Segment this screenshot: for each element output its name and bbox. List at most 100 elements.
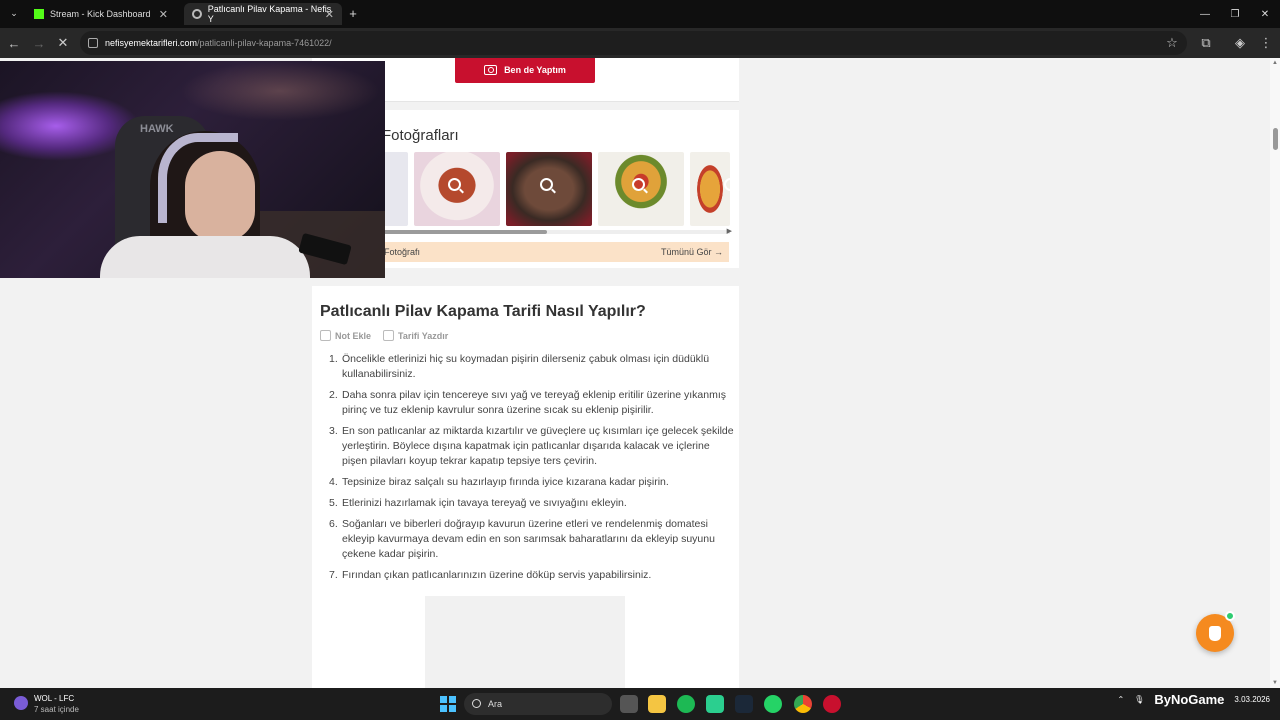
- step-item: 1. Öncelikle etlerinizi hiç su koymadan p…: [329, 352, 734, 382]
- microphone-icon[interactable]: 🎙: [1134, 695, 1144, 704]
- forward-arrow-icon[interactable]: →: [31, 35, 47, 51]
- menu-kebab-icon[interactable]: ⋮: [1258, 35, 1274, 51]
- widgets-button[interactable]: WOL - LFC 7 saat içinde: [14, 693, 79, 715]
- step-text: Tepsinize biraz salçalı su hazırlayıp fı…: [342, 476, 669, 488]
- see-all-link[interactable]: Tümünü Gör →: [661, 247, 723, 257]
- step-number: 3.: [329, 425, 338, 437]
- step-number: 7.: [329, 569, 338, 581]
- file-explorer-icon[interactable]: [648, 695, 666, 713]
- add-note-label: Not Ekle: [335, 331, 372, 341]
- photos-footer: Fotoğrafı Tümünü Gör →: [382, 242, 729, 262]
- widget-subtitle: 7 saat içinde: [34, 705, 79, 714]
- zoom-icon: [540, 178, 553, 191]
- chef-hat-icon: [1209, 625, 1221, 641]
- made-it-button[interactable]: Ben de Yaptım: [455, 58, 595, 83]
- zoom-icon: [448, 178, 461, 191]
- chrome-icon[interactable]: [794, 695, 812, 713]
- ambient-light: [180, 61, 380, 121]
- step-item: 7. Fırından çıkan patlıcanlarınızın üzeri…: [329, 568, 734, 583]
- stop-loading-icon[interactable]: ✕: [55, 35, 71, 51]
- windows-taskbar: WOL - LFC 7 saat içinde Ara ⌃ 🎙 ByNoGame…: [0, 688, 1280, 720]
- chef-assistant-button[interactable]: [1196, 611, 1235, 652]
- step-text: Daha sonra pilav için tencereye sıvı yağ…: [342, 389, 727, 416]
- scroll-right-icon[interactable]: ▶: [727, 227, 732, 235]
- close-tab-icon[interactable]: ✕: [159, 8, 168, 21]
- photos-title: Fotoğrafları: [382, 127, 459, 144]
- app-icon[interactable]: [706, 695, 724, 713]
- browser-toolbar: ← → ✕ nefisyemektarifleri.com/patlicanli…: [0, 28, 1280, 58]
- close-tab-icon[interactable]: ✕: [325, 8, 334, 21]
- step-item: 2. Daha sonra pilav için tencereye sıvı y…: [329, 388, 734, 418]
- search-label: Ara: [488, 699, 503, 709]
- address-bar[interactable]: nefisyemektarifleri.com/patlicanli-pilav…: [80, 31, 1187, 55]
- url-path: /patlicanli-pilav-kapama-7461022/: [197, 38, 332, 48]
- headset-icon: [158, 133, 238, 223]
- scroll-down-icon[interactable]: ▼: [1272, 680, 1278, 686]
- profile-icon[interactable]: ◈: [1232, 35, 1248, 51]
- windows-start-icon[interactable]: [440, 696, 456, 712]
- spotify-icon[interactable]: [677, 695, 695, 713]
- step-item: 3. En son patlıcanlar az miktarda kızartı…: [329, 424, 734, 469]
- minimize-icon[interactable]: —: [1190, 0, 1220, 28]
- step-text: Öncelikle etlerinizi hiç su koymadan piş…: [342, 353, 710, 380]
- page-scrollbar[interactable]: ▲ ▼: [1270, 58, 1280, 688]
- zoom-icon: [632, 178, 645, 191]
- close-window-icon[interactable]: ✕: [1250, 0, 1280, 28]
- online-indicator: [1225, 611, 1235, 621]
- system-tray: ⌃ 🎙 ByNoGame 3.03.2026: [1117, 692, 1270, 707]
- taskbar-search[interactable]: Ara: [464, 693, 612, 715]
- step-text: Etlerinizi hazırlamak için tavaya tereya…: [342, 497, 627, 509]
- new-tab-button[interactable]: +: [345, 5, 361, 21]
- tab-bar: ⌄ Stream - Kick Dashboard ✕ Patlıcanlı P…: [0, 0, 1280, 28]
- task-view-icon[interactable]: [620, 695, 638, 713]
- tab-recipe[interactable]: Patlıcanlı Pilav Kapama - Nefis Y ✕: [184, 3, 342, 25]
- tab-label: Patlıcanlı Pilav Kapama - Nefis Y: [207, 4, 332, 24]
- back-arrow-icon[interactable]: ←: [6, 35, 22, 51]
- step-number: 6.: [329, 518, 338, 530]
- tab-list-chevron-icon[interactable]: ⌄: [6, 5, 22, 21]
- scroll-up-icon[interactable]: ▲: [1272, 60, 1278, 66]
- photos-scrollbar[interactable]: ▶: [382, 227, 732, 235]
- photo-thumbnail[interactable]: [506, 152, 592, 226]
- step-number: 5.: [329, 497, 338, 509]
- photo-thumbnail[interactable]: [690, 152, 730, 226]
- step-number: 1.: [329, 353, 338, 365]
- streamer-body: [100, 236, 310, 278]
- page-scrollbar-thumb[interactable]: [1273, 128, 1278, 150]
- photo-thumbnail[interactable]: [414, 152, 500, 226]
- taskbar-clock[interactable]: 3.03.2026: [1234, 694, 1270, 705]
- zoom-icon: [724, 178, 730, 191]
- step-text: Fırından çıkan patlıcanlarınızın üzerine…: [342, 569, 652, 581]
- photo-thumbnail[interactable]: [598, 152, 684, 226]
- scrollbar-thumb[interactable]: [382, 230, 547, 234]
- photo-thumbnail[interactable]: [382, 152, 408, 226]
- step-text: En son patlıcanlar az miktarda kızartılı…: [342, 425, 734, 467]
- steam-icon[interactable]: [735, 695, 753, 713]
- watermark-label: ByNoGame: [1154, 692, 1225, 707]
- note-icon: [320, 330, 331, 341]
- extensions-icon[interactable]: ⧉: [1198, 35, 1214, 51]
- app-red-icon[interactable]: [823, 695, 841, 713]
- widget-title: WOL - LFC: [34, 694, 75, 703]
- tab-kick-dashboard[interactable]: Stream - Kick Dashboard ✕: [26, 3, 176, 25]
- recipe-title: Patlıcanlı Pilav Kapama Tarifi Nasıl Yap…: [320, 303, 646, 320]
- printer-icon: [383, 330, 395, 341]
- chair-logo: HAWK: [140, 123, 174, 135]
- add-note-button[interactable]: Not Ekle: [320, 330, 371, 341]
- tray-overflow-icon[interactable]: ⌃: [1117, 695, 1124, 704]
- bookmark-star-icon[interactable]: ☆: [1164, 35, 1180, 51]
- sports-icon: [14, 696, 28, 710]
- step-item: 4. Tepsinize biraz salçalı su hazırlayıp …: [329, 475, 734, 490]
- whatsapp-icon[interactable]: [764, 695, 782, 713]
- clock-date: 3.03.2026: [1234, 695, 1270, 704]
- print-recipe-button[interactable]: Tarifi Yazdır: [383, 330, 448, 341]
- made-it-label: Ben de Yaptım: [504, 64, 566, 75]
- step-item: 5. Etlerinizi hazırlamak için tavaya tere…: [329, 496, 734, 511]
- steps-list: 1. Öncelikle etlerinizi hiç su koymadan p…: [329, 352, 734, 589]
- site-info-icon[interactable]: [88, 38, 98, 48]
- ad-placeholder: [425, 596, 625, 688]
- recipe-steps-card: Patlıcanlı Pilav Kapama Tarifi Nasıl Yap…: [312, 286, 739, 688]
- url-domain: nefisyemektarifleri.com: [105, 38, 198, 48]
- step-number: 4.: [329, 476, 338, 488]
- restore-icon[interactable]: ❐: [1220, 0, 1250, 28]
